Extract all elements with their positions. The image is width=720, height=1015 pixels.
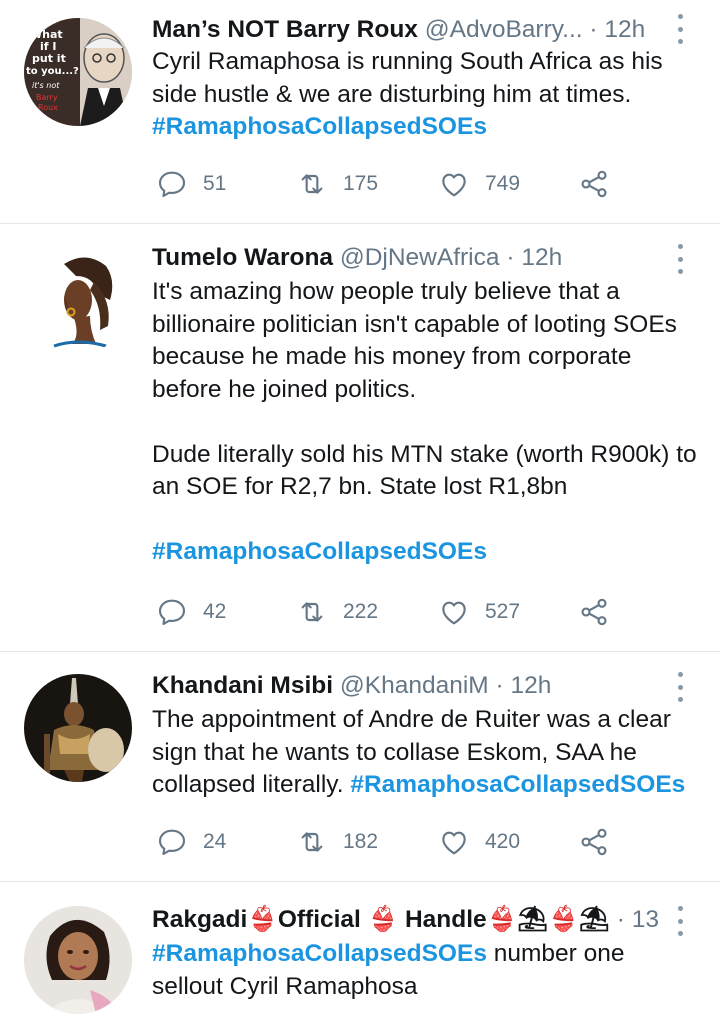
like-count: 420 (485, 830, 521, 853)
hashtag-link[interactable]: #RamaphosaCollapsedSOEs (152, 113, 487, 140)
tweet-header: Man’s NOT Barry Roux @AdvoBarry... · 12h (152, 13, 660, 47)
heart-icon (442, 601, 466, 625)
like-button[interactable]: 420 (438, 822, 520, 862)
more-vertical-icon[interactable] (674, 14, 686, 44)
retweet-button[interactable]: 182 (296, 822, 378, 862)
tweet-paragraph: #RamaphosaCollapsedSOEs (152, 111, 697, 144)
retweet-icon (301, 174, 323, 194)
avatar[interactable] (24, 906, 132, 1014)
tweet-actions: 51 175 749 (156, 164, 676, 204)
tweet-text: It's amazing how people truly believe th… (152, 276, 697, 569)
tweet-paragraph: Cyril Ramaphosa is running South Africa … (152, 46, 697, 111)
author-name[interactable]: Tumelo Warona (152, 244, 333, 271)
avatar-text: it's not (32, 81, 60, 90)
tweet-paragraph: Dude literally sold his MTN stake (worth… (152, 439, 697, 504)
separator-dot: · (506, 244, 515, 271)
tweet-text-segment: It's amazing how people truly believe th… (152, 278, 677, 403)
like-button[interactable]: 527 (438, 592, 520, 632)
tweet-feed: What if I put it to you...? it's not Bar… (0, 0, 720, 1015)
tweet-text-segment: Cyril Ramaphosa is running South Africa … (152, 48, 663, 108)
retweet-icon (301, 832, 323, 852)
timestamp[interactable]: 12h (521, 244, 562, 271)
avatar[interactable] (24, 246, 132, 354)
timestamp[interactable]: 12h (604, 16, 645, 43)
tweet-actions: 42 222 527 (156, 592, 676, 632)
avatar-image (24, 906, 132, 1014)
author-name[interactable]: Khandani Msibi (152, 672, 333, 699)
retweet-count: 175 (343, 172, 379, 195)
heart-icon (442, 831, 466, 855)
reply-button[interactable]: 24 (156, 822, 226, 862)
tweet-actions: 24 182 420 (156, 822, 676, 862)
reply-count: 42 (203, 600, 227, 623)
retweet-count: 222 (343, 600, 379, 623)
retweet-button[interactable]: 175 (296, 164, 378, 204)
timestamp[interactable]: 13h (632, 906, 660, 933)
reply-icon (158, 171, 186, 198)
author-handle[interactable]: @AdvoBarry... (425, 16, 583, 43)
author-name[interactable]: Man’s NOT Barry Roux (152, 16, 418, 43)
retweet-button[interactable]: 222 (296, 592, 378, 632)
share-button[interactable] (578, 164, 610, 204)
avatar-text: Roux (38, 103, 58, 112)
reply-icon (158, 829, 186, 856)
share-icon (581, 598, 607, 626)
retweet-icon (301, 602, 323, 622)
avatar-image (24, 674, 132, 782)
hashtag-link[interactable]: #RamaphosaCollapsedSOEs (350, 771, 685, 798)
tweet-paragraph: #RamaphosaCollapsedSOEs (152, 536, 697, 569)
hashtag-link[interactable]: #RamaphosaCollapsedSOEs (152, 538, 487, 565)
separator-dot: · (616, 906, 625, 933)
avatar[interactable]: What if I put it to you...? it's not Bar… (24, 18, 132, 126)
more-vertical-icon[interactable] (674, 672, 686, 702)
avatar[interactable] (24, 674, 132, 782)
tweet-header: Rakgadi👙Official 👙 Handle👙⛱👙⛱ · 13h (152, 903, 660, 937)
heart-icon (442, 173, 466, 197)
like-count: 527 (485, 600, 521, 623)
share-icon (581, 828, 607, 856)
separator-dot: · (589, 16, 598, 43)
author-handle[interactable]: @DjNewAfrica (340, 244, 500, 271)
hashtag-link[interactable]: #RamaphosaCollapsedSOEs (152, 940, 487, 967)
tweet-header: Khandani Msibi @KhandaniM · 12h (152, 669, 660, 703)
tweet[interactable]: Rakgadi👙Official 👙 Handle👙⛱👙⛱ · 13h #Ram… (0, 882, 720, 1015)
share-button[interactable] (578, 592, 610, 632)
share-icon (581, 170, 607, 198)
reply-count: 24 (203, 830, 227, 853)
tweet[interactable]: Tumelo Warona @DjNewAfrica · 12h It's am… (0, 224, 720, 652)
tweet-text: #RamaphosaCollapsedSOEs number one sello… (152, 938, 697, 1003)
more-vertical-icon[interactable] (674, 244, 686, 274)
like-count: 749 (485, 172, 521, 195)
avatar-text: put it (32, 52, 66, 65)
reply-icon (158, 599, 186, 626)
more-vertical-icon[interactable] (674, 906, 686, 936)
tweet-text-segment: Dude literally sold his MTN stake (worth… (152, 440, 697, 501)
avatar-image (24, 246, 132, 354)
separator-dot: · (495, 672, 504, 699)
tweet-text: Cyril Ramaphosa is running South Africa … (152, 46, 697, 144)
reply-button[interactable]: 42 (156, 592, 226, 632)
tweet[interactable]: What if I put it to you...? it's not Bar… (0, 0, 720, 224)
avatar-image: What if I put it to you...? it's not Bar… (24, 18, 132, 126)
tweet-header: Tumelo Warona @DjNewAfrica · 12h (152, 241, 660, 275)
tweet-paragraph: The appointment of Andre de Ruiter was a… (152, 704, 697, 802)
tweet-paragraph: It's amazing how people truly believe th… (152, 276, 697, 406)
avatar-text: to you...? (26, 66, 79, 77)
tweet-paragraph: #RamaphosaCollapsedSOEs number one sello… (152, 938, 697, 1003)
like-button[interactable]: 749 (438, 164, 520, 204)
reply-button[interactable]: 51 (156, 164, 226, 204)
author-name[interactable]: Rakgadi👙Official 👙 Handle👙⛱👙⛱ (152, 906, 610, 933)
retweet-count: 182 (343, 830, 379, 853)
tweet[interactable]: Khandani Msibi @KhandaniM · 12h The appo… (0, 652, 720, 882)
author-name-suffix (418, 16, 425, 43)
author-handle[interactable]: @KhandaniM (340, 672, 489, 699)
share-button[interactable] (578, 822, 610, 862)
reply-count: 51 (203, 172, 227, 195)
timestamp[interactable]: 12h (510, 672, 551, 699)
tweet-text: The appointment of Andre de Ruiter was a… (152, 704, 697, 802)
avatar-text: Barry (36, 93, 58, 102)
